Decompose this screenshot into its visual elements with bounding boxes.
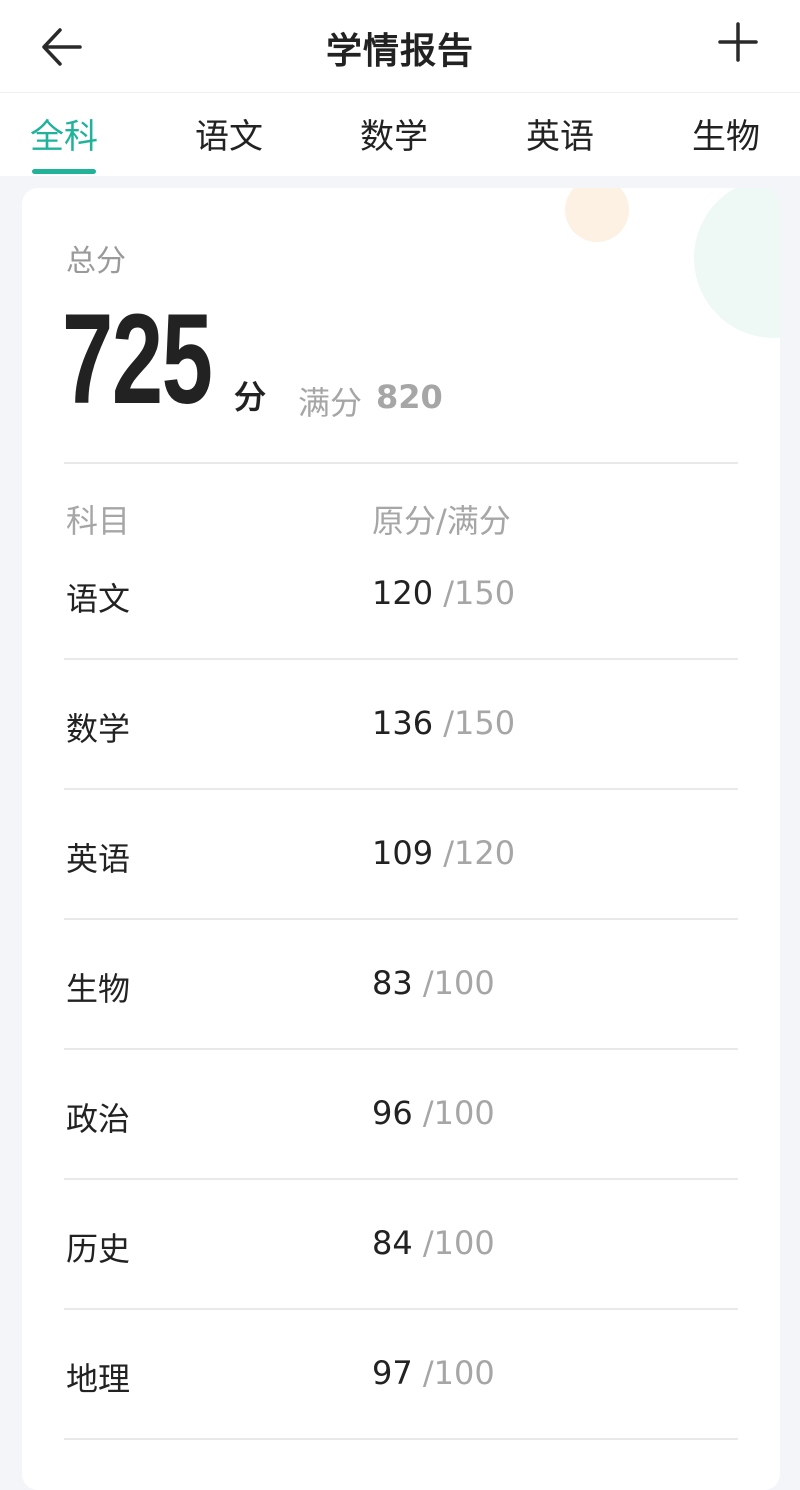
raw-score: 84 bbox=[372, 1224, 413, 1262]
full-score: /100 bbox=[422, 1354, 495, 1392]
score-card: 总分 725 分 满分 820 科目 原分/满分 语文 120 /150 数学 … bbox=[22, 188, 780, 1490]
app-header: 学情报告 bbox=[0, 0, 800, 92]
row-divider bbox=[64, 658, 738, 660]
total-score-label: 总分 bbox=[66, 244, 126, 279]
raw-score: 83 bbox=[372, 964, 413, 1002]
add-button[interactable] bbox=[716, 20, 760, 64]
tab-chinese[interactable]: 语文 bbox=[195, 109, 263, 158]
decorative-circle bbox=[565, 188, 629, 242]
row-divider bbox=[64, 1048, 738, 1050]
active-tab-indicator bbox=[32, 169, 96, 174]
full-score: /100 bbox=[422, 1094, 495, 1132]
raw-score: 96 bbox=[372, 1094, 413, 1132]
row-divider bbox=[64, 1438, 738, 1440]
decorative-circle bbox=[694, 188, 780, 338]
row-subject: 政治 bbox=[66, 1100, 131, 1138]
row-score: 120 /150 bbox=[372, 574, 515, 612]
row-divider bbox=[64, 918, 738, 920]
full-score-label: 满分 bbox=[298, 384, 363, 422]
column-header-score: 原分/满分 bbox=[372, 502, 511, 540]
full-score: /100 bbox=[422, 1224, 495, 1262]
row-subject: 语文 bbox=[66, 580, 131, 618]
row-subject: 生物 bbox=[66, 970, 131, 1008]
row-score: 96 /100 bbox=[372, 1094, 495, 1132]
row-divider bbox=[64, 788, 738, 790]
full-score-value: 820 bbox=[376, 378, 443, 416]
column-header-subject: 科目 bbox=[66, 502, 131, 540]
plus-icon bbox=[718, 22, 758, 62]
score-unit: 分 bbox=[234, 378, 267, 416]
tab-biology[interactable]: 生物 bbox=[692, 109, 760, 158]
tab-math[interactable]: 数学 bbox=[360, 109, 428, 158]
full-score: /120 bbox=[443, 834, 516, 872]
raw-score: 136 bbox=[372, 704, 434, 742]
raw-score: 97 bbox=[372, 1354, 413, 1392]
divider bbox=[64, 462, 738, 464]
row-score: 83 /100 bbox=[372, 964, 495, 1002]
row-score: 97 /100 bbox=[372, 1354, 495, 1392]
row-score: 84 /100 bbox=[372, 1224, 495, 1262]
row-subject: 英语 bbox=[66, 840, 131, 878]
total-score-value: 725 bbox=[62, 288, 213, 431]
row-divider bbox=[64, 1178, 738, 1180]
row-divider bbox=[64, 1308, 738, 1310]
row-score: 109 /120 bbox=[372, 834, 515, 872]
raw-score: 109 bbox=[372, 834, 434, 872]
row-score: 136 /150 bbox=[372, 704, 515, 742]
page-title: 学情报告 bbox=[325, 31, 474, 72]
row-subject: 数学 bbox=[66, 710, 131, 748]
tab-english[interactable]: 英语 bbox=[526, 109, 594, 158]
tab-all-subjects[interactable]: 全科 bbox=[30, 109, 98, 158]
subject-tabs: 全科 语文 数学 英语 生物 bbox=[0, 92, 800, 176]
raw-score: 120 bbox=[372, 574, 434, 612]
full-score: /100 bbox=[422, 964, 495, 1002]
full-score: /150 bbox=[443, 574, 516, 612]
full-score: /150 bbox=[443, 704, 516, 742]
row-subject: 地理 bbox=[66, 1360, 131, 1398]
row-subject: 历史 bbox=[66, 1230, 131, 1268]
